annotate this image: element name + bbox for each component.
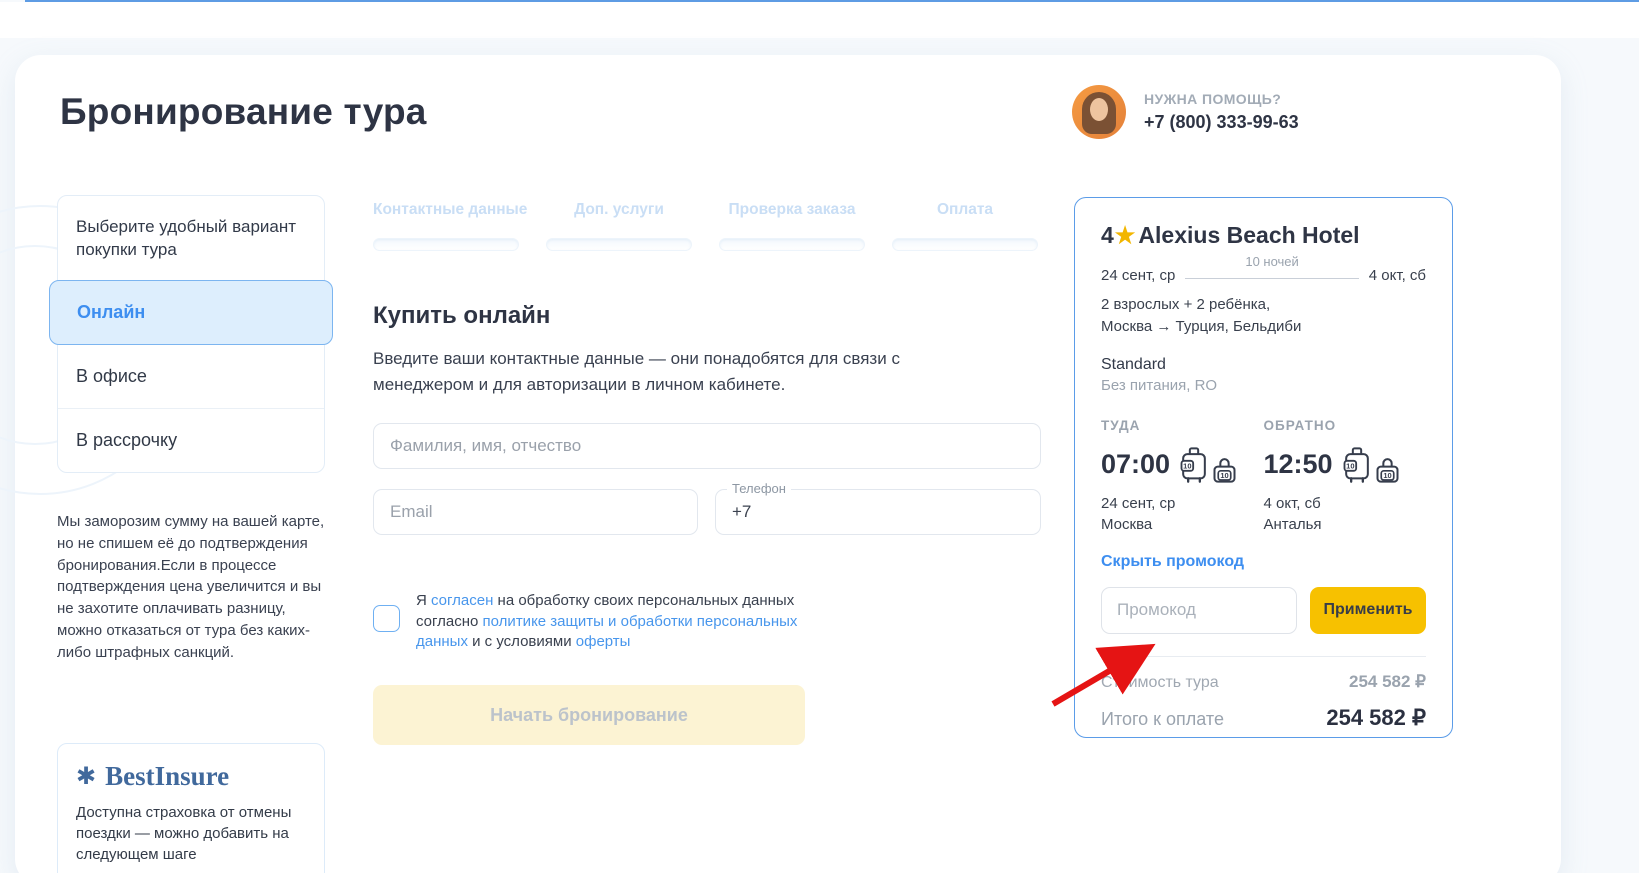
step-progress-pill — [719, 238, 865, 251]
hand-bag-icon: 10 — [1375, 455, 1400, 485]
insurance-card: ✱ BestInsure Доступна страховка от отмен… — [57, 743, 325, 873]
progress-steps: Контактные данные Доп. услуги Проверка з… — [373, 201, 1038, 251]
email-input[interactable] — [373, 489, 698, 535]
nights-label: 10 ночей — [1185, 254, 1358, 269]
start-booking-button[interactable]: Начать бронирование — [373, 685, 805, 745]
nights-line: 10 ночей — [1185, 261, 1358, 279]
avatar-face — [1090, 98, 1108, 121]
inbound-flight: ОБРАТНО 12:50 10 — [1264, 418, 1427, 533]
outbound-time: 07:00 — [1101, 449, 1170, 480]
trip-dates: 24 сент, ср 10 ночей 4 окт, сб — [1101, 261, 1426, 284]
inbound-date: 4 окт, сб — [1264, 495, 1427, 512]
bestinsure-asterisk-icon: ✱ — [76, 762, 96, 791]
inbound-city: Анталья — [1264, 516, 1427, 533]
outbound-date: 24 сент, ср — [1101, 495, 1264, 512]
outbound-flight: ТУДА 07:00 10 — [1101, 418, 1264, 533]
purchase-option-office[interactable]: В офисе — [58, 345, 324, 408]
email-phone-row: Телефон — [373, 489, 1041, 535]
suitcase-icon: 10 — [1342, 445, 1372, 485]
purchase-options-panel: Выберите удобный вариант покупки тура Он… — [57, 195, 325, 473]
inbound-label: ОБРАТНО — [1264, 418, 1427, 433]
hotel-title: 4★Alexius Beach Hotel — [1101, 222, 1426, 249]
suitcase-icon: 10 — [1179, 445, 1209, 485]
contact-form: Купить онлайн Введите ваши контактные да… — [373, 302, 1041, 745]
inbound-baggage-icons: 10 10 — [1342, 445, 1400, 485]
purchase-option-installments[interactable]: В рассрочку — [58, 408, 324, 472]
outbound-label: ТУДА — [1101, 418, 1264, 433]
freeze-note: Мы заморозим сумму на вашей карте, но не… — [57, 511, 333, 663]
route-info: Москва → Турция, Бельдиби — [1101, 316, 1426, 338]
step-progress-pill — [546, 238, 692, 251]
step-order-review: Проверка заказа — [719, 201, 865, 251]
help-block: НУЖНА ПОМОЩЬ? +7 (800) 333-99-63 — [1072, 85, 1299, 139]
hotel-name: Alexius Beach Hotel — [1138, 222, 1359, 248]
page-title: Бронирование тура — [60, 91, 427, 133]
annotation-arrow-icon — [1040, 640, 1170, 725]
hand-bag-icon: 10 — [1212, 455, 1237, 485]
purchase-option-online[interactable]: Онлайн — [49, 280, 333, 345]
step-contact-data: Контактные данные — [373, 201, 519, 251]
phone-field: Телефон — [715, 489, 1041, 535]
phone-field-label: Телефон — [727, 481, 791, 496]
consent-text: Я согласен на обработку своих персональн… — [416, 591, 821, 653]
inbound-time: 12:50 — [1264, 449, 1333, 480]
full-name-input[interactable] — [373, 423, 1041, 469]
svg-text:10: 10 — [1183, 461, 1191, 470]
svg-text:10: 10 — [1346, 461, 1354, 470]
total-value: 254 582 ₽ — [1326, 705, 1426, 731]
form-description: Введите ваши контактные данные — они пон… — [373, 346, 948, 397]
meal-plan: Без питания, RO — [1101, 377, 1426, 394]
booking-page: Бронирование тура НУЖНА ПОМОЩЬ? +7 (800)… — [0, 0, 1639, 873]
form-title: Купить онлайн — [373, 302, 1041, 330]
hotel-stars: 4 — [1101, 222, 1114, 248]
promo-code-input[interactable] — [1101, 587, 1297, 634]
step-payment: Оплата — [892, 201, 1038, 251]
date-from: 24 сент, ср — [1101, 267, 1175, 284]
tour-price-value: 254 582 ₽ — [1349, 672, 1426, 692]
step-progress-pill — [892, 238, 1038, 251]
room-type: Standard — [1101, 356, 1426, 374]
date-to: 4 окт, сб — [1369, 267, 1426, 284]
purchase-options-header: Выберите удобный вариант покупки тура — [58, 196, 324, 280]
promo-toggle-link[interactable]: Скрыть промокод — [1101, 553, 1426, 571]
bestinsure-logo: ✱ BestInsure — [76, 761, 306, 792]
svg-text:10: 10 — [1383, 470, 1391, 479]
consent-checkbox[interactable] — [373, 605, 400, 632]
flights-info: ТУДА 07:00 10 — [1101, 418, 1426, 533]
consent-link-agree[interactable]: согласен — [431, 592, 493, 609]
consent-link-offer[interactable]: оферты — [576, 633, 631, 650]
outbound-city: Москва — [1101, 516, 1264, 533]
apply-promo-button[interactable]: Применить — [1310, 587, 1426, 634]
main-content-card: Бронирование тура НУЖНА ПОМОЩЬ? +7 (800)… — [15, 55, 1561, 873]
help-label: НУЖНА ПОМОЩЬ? — [1144, 91, 1299, 107]
step-progress-pill — [373, 238, 519, 251]
help-texts: НУЖНА ПОМОЩЬ? +7 (800) 333-99-63 — [1144, 91, 1299, 133]
star-icon: ★ — [1114, 222, 1139, 248]
svg-text:10: 10 — [1220, 470, 1228, 479]
consent-row: Я согласен на обработку своих персональн… — [373, 591, 833, 653]
outbound-baggage-icons: 10 10 — [1179, 445, 1237, 485]
bestinsure-brand: BestInsure — [105, 761, 229, 792]
help-phone[interactable]: +7 (800) 333-99-63 — [1144, 112, 1299, 133]
guests-info: 2 взрослых + 2 ребёнка, — [1101, 294, 1426, 316]
promo-row: Применить — [1101, 587, 1426, 634]
top-bar — [0, 2, 1639, 38]
step-extra-services: Доп. услуги — [546, 201, 692, 251]
insurance-text: Доступна страховка от отмены поездки — м… — [76, 802, 306, 865]
support-avatar — [1072, 85, 1126, 139]
